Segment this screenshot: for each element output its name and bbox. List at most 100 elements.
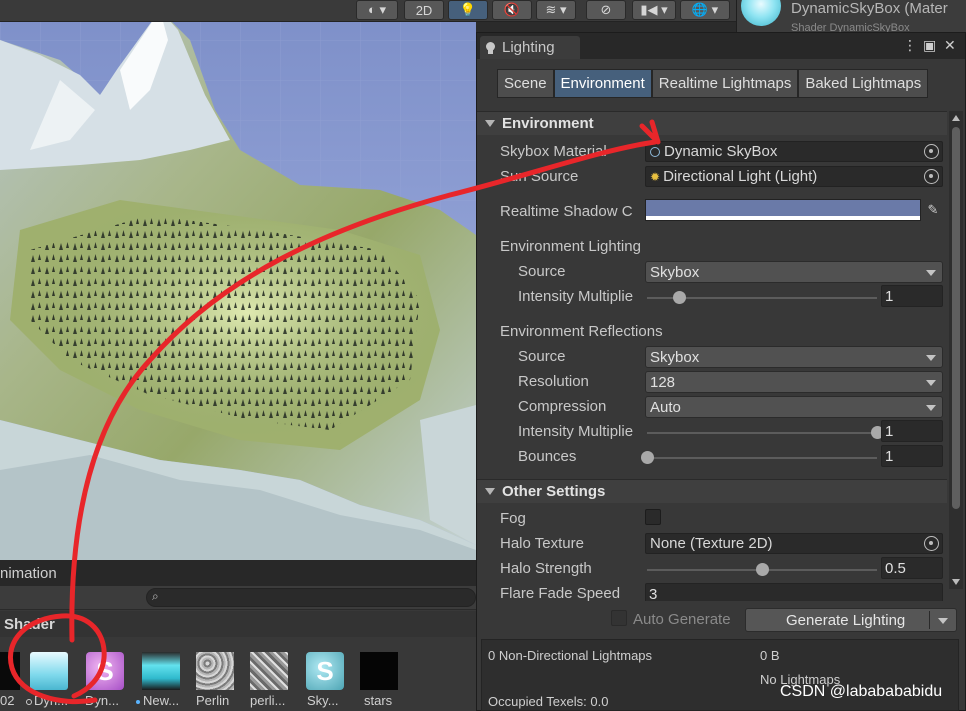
chevron-down-icon bbox=[926, 405, 936, 411]
breadcrumb-folder[interactable]: Shader bbox=[0, 611, 476, 637]
env-refl-source-label: Source bbox=[518, 348, 566, 365]
project-search-input[interactable]: ⌕ bbox=[146, 588, 476, 607]
env-refl-resolution-label: Resolution bbox=[518, 373, 589, 390]
asset-thumb-dynamic-skybox[interactable] bbox=[30, 652, 68, 690]
lighting-scrollbar[interactable] bbox=[949, 111, 963, 589]
env-refl-source-dropdown[interactable]: Skybox bbox=[645, 346, 943, 368]
lightbulb-icon: 💡 bbox=[459, 2, 477, 17]
maximize-icon[interactable]: ▣ bbox=[923, 37, 936, 53]
asset-label-stars: stars bbox=[364, 693, 393, 708]
object-picker-icon[interactable] bbox=[924, 169, 939, 184]
close-icon[interactable]: ✕ bbox=[944, 37, 956, 53]
caret-down-icon bbox=[485, 120, 495, 127]
generate-lighting-button[interactable]: Generate Lighting bbox=[745, 608, 957, 632]
fog-checkbox[interactable] bbox=[645, 509, 661, 525]
non-directional-count: 0 Non-Directional Lightmaps bbox=[488, 648, 653, 663]
light-icon: ✹ bbox=[650, 169, 661, 184]
lighting-titlebar: Lighting ⋮ ▣ ✕ bbox=[477, 33, 965, 59]
env-lighting-intensity-thumb[interactable] bbox=[673, 291, 687, 304]
skybox-material-label: Skybox Material bbox=[500, 143, 607, 160]
material-dot-icon bbox=[26, 699, 32, 705]
more-options-icon[interactable]: ⋮ bbox=[903, 37, 917, 53]
env-refl-intensity-slider[interactable] bbox=[647, 432, 877, 434]
lighting-title-tab[interactable]: Lighting bbox=[480, 36, 580, 59]
halo-texture-field[interactable]: None (Texture 2D) bbox=[645, 533, 943, 554]
env-lighting-intensity-input[interactable]: 1 bbox=[881, 285, 943, 307]
env-refl-compression-dropdown[interactable]: Auto bbox=[645, 396, 943, 418]
env-refl-compression-label: Compression bbox=[518, 398, 607, 415]
asset-thumb-perlin2[interactable] bbox=[250, 652, 288, 690]
env-refl-resolution-dropdown[interactable]: 128 bbox=[645, 371, 943, 393]
asset-thumb-new-material[interactable] bbox=[142, 652, 180, 690]
env-lighting-intensity-label: Intensity Multiplie bbox=[518, 288, 634, 305]
scrollbar-thumb[interactable] bbox=[952, 127, 960, 509]
material-icon bbox=[650, 146, 660, 157]
tab-realtime-lightmaps[interactable]: Realtime Lightmaps bbox=[651, 69, 799, 98]
asset-label-02: 02 bbox=[0, 693, 15, 708]
auto-generate-checkbox[interactable] bbox=[611, 610, 627, 626]
halo-strength-input[interactable]: 0.5 bbox=[881, 557, 943, 579]
scroll-up-icon[interactable] bbox=[952, 115, 960, 121]
inspector-header: DynamicSkyBox (Mater Shader DynamicSkyBo… bbox=[736, 0, 966, 34]
asset-thumb-sky-shader[interactable]: S bbox=[306, 652, 344, 690]
effects-button[interactable]: ≋ ▾ bbox=[536, 0, 576, 20]
eyedropper-icon[interactable]: ✎ bbox=[923, 199, 943, 221]
camera-button[interactable]: ▮◀ ▾ bbox=[632, 0, 676, 20]
scroll-down-icon[interactable] bbox=[952, 579, 960, 585]
scene-view[interactable] bbox=[0, 0, 476, 560]
shading-mode-button[interactable]: ◐ ▾ bbox=[356, 0, 398, 20]
halo-texture-label: Halo Texture bbox=[500, 535, 584, 552]
asset-label-perlin: Perlin bbox=[196, 693, 230, 708]
flare-fade-speed-label: Flare Fade Speed bbox=[500, 585, 621, 601]
material-preview-thumb bbox=[741, 0, 781, 26]
env-lighting-source-dropdown[interactable]: Skybox bbox=[645, 261, 943, 283]
bounces-input[interactable]: 1 bbox=[881, 445, 943, 467]
lighting-tabs: Scene Environment Realtime Lightmaps Bak… bbox=[497, 69, 929, 98]
sun-source-field[interactable]: ✹ Directional Light (Light) bbox=[645, 166, 943, 187]
asset-thumb-02[interactable] bbox=[0, 652, 20, 690]
visibility-button[interactable]: ⊘ bbox=[586, 0, 626, 20]
auto-generate-label: Auto Generate bbox=[633, 611, 731, 628]
sun-source-label: Sun Source bbox=[500, 168, 579, 185]
scene-toolbar: ◐ ▾ 2D 💡 🔇 ≋ ▾ ⊘ ▮◀ ▾ 🌐 ▾ bbox=[0, 0, 736, 22]
tab-scene[interactable]: Scene bbox=[497, 69, 554, 98]
tab-environment[interactable]: Environment bbox=[553, 69, 652, 98]
animation-tab[interactable]: nimation bbox=[0, 565, 57, 582]
chevron-down-icon[interactable] bbox=[938, 618, 948, 624]
other-settings-section-header[interactable]: Other Settings bbox=[477, 479, 947, 503]
lighting-toggle-button[interactable]: 💡 bbox=[448, 0, 488, 20]
shadow-color-swatch[interactable] bbox=[645, 199, 921, 221]
object-picker-icon[interactable] bbox=[924, 144, 939, 159]
env-lighting-source-label: Source bbox=[518, 263, 566, 280]
layers-icon: ≋ ▾ bbox=[545, 2, 567, 17]
object-picker-icon[interactable] bbox=[924, 536, 939, 551]
skybox-material-field[interactable]: Dynamic SkyBox bbox=[645, 141, 943, 162]
gizmos-button[interactable]: 🌐 ▾ bbox=[680, 0, 730, 20]
shader-s-icon: S bbox=[316, 655, 334, 686]
caret-down-icon bbox=[485, 488, 495, 495]
bounces-thumb[interactable] bbox=[641, 451, 654, 464]
eye-off-icon: ⊘ bbox=[600, 2, 612, 17]
lighting-title: Lighting bbox=[502, 39, 555, 56]
tab-baked-lightmaps[interactable]: Baked Lightmaps bbox=[798, 69, 929, 98]
halo-strength-thumb[interactable] bbox=[756, 563, 769, 576]
other-settings-header-label: Other Settings bbox=[502, 483, 606, 500]
env-refl-intensity-input[interactable]: 1 bbox=[881, 420, 943, 442]
new-dot-icon bbox=[136, 699, 140, 704]
project-panel: nimation ⌕ Shader 02 Dyn... S Dyn... New… bbox=[0, 560, 476, 711]
terrain-render bbox=[0, 0, 476, 560]
bounces-slider[interactable] bbox=[647, 457, 877, 459]
asset-thumb-stars[interactable] bbox=[360, 652, 398, 690]
environment-reflections-heading: Environment Reflections bbox=[500, 323, 663, 340]
chevron-down-icon bbox=[926, 355, 936, 361]
asset-label-perlin2: perli... bbox=[250, 693, 286, 708]
lighting-footer: Auto Generate Generate Lighting bbox=[477, 601, 965, 639]
environment-section-header[interactable]: Environment bbox=[477, 111, 947, 135]
asset-thumb-dynamic-shader[interactable]: S bbox=[86, 652, 124, 690]
audio-toggle-button[interactable]: 🔇 bbox=[492, 0, 532, 20]
project-tab-bar: nimation bbox=[0, 560, 476, 586]
2d-toggle-button[interactable]: 2D bbox=[404, 0, 444, 20]
flare-fade-speed-input[interactable]: 3 bbox=[645, 583, 943, 601]
bounces-label: Bounces bbox=[518, 448, 577, 465]
asset-thumb-perlin[interactable] bbox=[196, 652, 234, 690]
